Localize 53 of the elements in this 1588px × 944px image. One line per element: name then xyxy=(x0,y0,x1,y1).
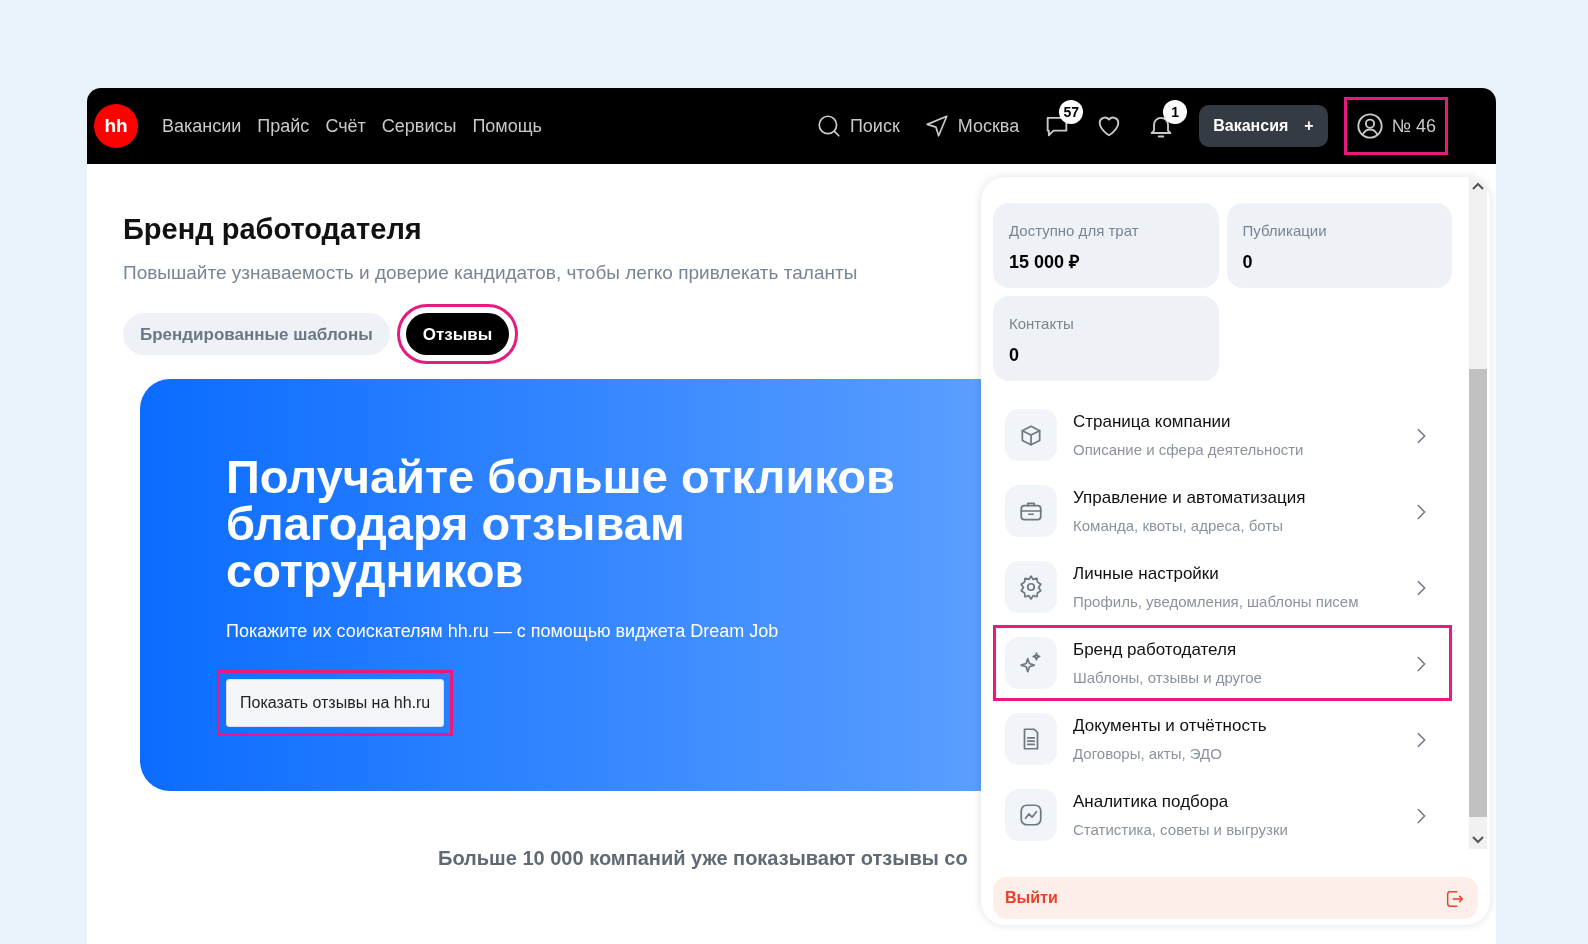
search-icon xyxy=(815,113,842,139)
menu-item-title: Аналитика подбора xyxy=(1073,791,1230,813)
menu-item-title: Страница компании xyxy=(1073,411,1232,433)
nav-link[interactable]: Счёт xyxy=(325,112,366,140)
user-icon xyxy=(1355,112,1384,140)
tab[interactable]: Брендированные шаблоны xyxy=(123,313,390,356)
stat-value: 0 xyxy=(1242,250,1254,274)
companies-text: Больше 10 000 компаний уже показывают отзывы со xyxy=(438,846,969,872)
menu-item-subtitle: Команда, квоты, адреса, боты xyxy=(1073,515,1285,536)
nav-link[interactable]: Сервисы xyxy=(381,112,457,140)
chart-icon xyxy=(1018,802,1044,828)
search-link[interactable]: Поиск xyxy=(849,112,900,140)
scroll-down-icon[interactable] xyxy=(1472,836,1484,844)
menu-item-subtitle: Профиль, уведомления, шаблоны писем xyxy=(1073,591,1360,612)
nav-link[interactable]: Вакансии xyxy=(162,112,242,140)
stat-label: Контакты xyxy=(1009,314,1075,334)
page-title: Бренд работодателя xyxy=(123,212,422,247)
city-link[interactable]: Москва xyxy=(957,112,1020,140)
settings-icon xyxy=(1018,574,1044,600)
menu-item[interactable]: Страница компании Описание и сфера деятельности xyxy=(993,397,1452,473)
menu-item-title: Документы и отчётность xyxy=(1073,715,1268,737)
menu-item-title: Личные настройки xyxy=(1073,563,1220,585)
menu-item[interactable]: Личные настройки Профиль, уведомления, шаблоны писем xyxy=(993,549,1452,625)
menu-item-subtitle: Описание и сфера деятельности xyxy=(1073,439,1305,460)
count-badge: 57 xyxy=(1059,100,1084,124)
banner-text: Покажите их соискателям hh.ru — с помощью виджета Dream Job xyxy=(226,620,780,644)
menu-item-subtitle: Договоры, акты, ЭДО xyxy=(1073,743,1223,764)
menu-item-subtitle: Статистика, советы и выгрузки xyxy=(1073,819,1289,840)
show-reviews-button[interactable]: Показать отзывы на hh.ru xyxy=(226,679,445,728)
scrollbar[interactable] xyxy=(1469,177,1487,849)
count-badge: 1 xyxy=(1163,100,1188,124)
menu-item-title: Управление и автоматизация xyxy=(1073,487,1307,509)
location-arrow-icon xyxy=(923,113,950,139)
menu-item[interactable]: Аналитика подбора Статистика, советы и выгрузки xyxy=(993,777,1452,853)
stat-label: Публикации xyxy=(1242,221,1328,241)
page-subtitle: Повышайте узнаваемость и доверие кандидатов, чтобы легко привлекать таланты xyxy=(123,260,858,285)
scroll-up-icon[interactable] xyxy=(1472,182,1484,190)
account-button[interactable]: № 46 xyxy=(1343,97,1448,155)
stat-value: 15 000 ₽ xyxy=(1009,250,1081,274)
nav-link[interactable]: Помощь xyxy=(472,112,542,140)
nav-link[interactable]: Прайс xyxy=(257,112,310,140)
logo[interactable]: hh xyxy=(94,104,138,148)
menu-item[interactable]: Бренд работодателя Шаблоны, отзывы и другое xyxy=(993,625,1452,701)
menu-item[interactable]: Документы и отчётность Договоры, акты, ЭДО xyxy=(993,701,1452,777)
banner-headline: Получайте больше откликов благодаря отзывам сотрудников xyxy=(226,453,896,595)
menu-item[interactable]: Управление и автоматизация Команда, квоты, адреса, боты xyxy=(993,473,1452,549)
menu-item-subtitle: Шаблоны, отзывы и другое xyxy=(1073,667,1263,688)
logout-button[interactable]: Выйти xyxy=(993,877,1478,919)
stat-label: Доступно для трат xyxy=(1009,221,1140,241)
new-vacancy-button[interactable]: Вакансия + xyxy=(1199,105,1328,147)
plus-icon: + xyxy=(1304,114,1314,138)
menu-item-title: Бренд работодателя xyxy=(1073,639,1238,661)
stat-value: 0 xyxy=(1009,343,1020,367)
